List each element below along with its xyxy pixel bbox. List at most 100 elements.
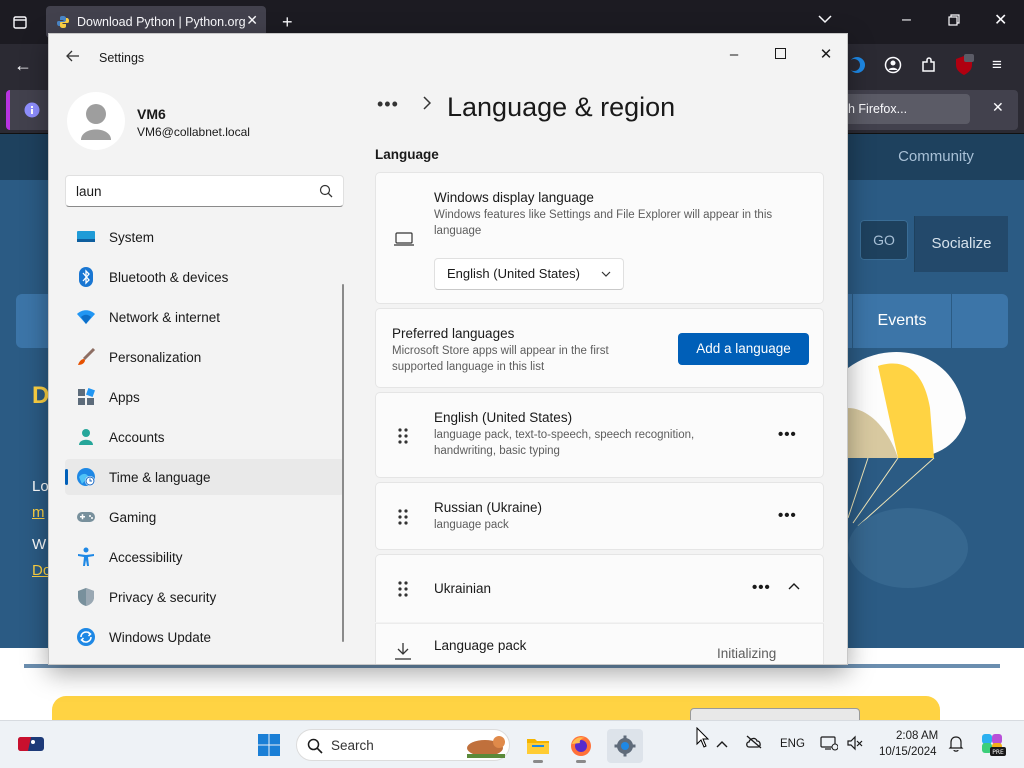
add-language-button[interactable]: Add a language: [678, 333, 809, 365]
list-all-tabs-icon[interactable]: [818, 14, 832, 26]
close-tab-icon[interactable]: ✕: [246, 12, 258, 29]
notification-bell-icon[interactable]: [948, 735, 964, 755]
taskbar-file-explorer[interactable]: [520, 729, 556, 763]
onedrive-offline-icon[interactable]: [745, 735, 763, 752]
taskbar-search[interactable]: Search: [296, 729, 510, 761]
folder-icon: [527, 739, 549, 754]
back-arrow-icon[interactable]: ←: [14, 56, 32, 74]
breadcrumb-more-button[interactable]: •••: [377, 94, 399, 115]
sidebar-item-time-language[interactable]: Time & language: [65, 459, 344, 495]
volume-muted-icon[interactable]: [846, 735, 864, 754]
sidebar-item-accessibility[interactable]: Accessibility: [65, 539, 344, 575]
taskbar-settings[interactable]: [607, 729, 643, 763]
avatar[interactable]: [67, 92, 125, 150]
sidebar-item-label: Windows Update: [109, 629, 212, 645]
extensions-icon[interactable]: [920, 56, 938, 78]
python-left-fragment-3[interactable]: m: [32, 504, 45, 521]
python-nav-community[interactable]: Community: [848, 134, 1024, 180]
language-detail: language pack: [434, 519, 509, 531]
sidebar-item-windows-update[interactable]: Windows Update: [65, 619, 344, 655]
drag-handle-icon[interactable]: [396, 427, 410, 445]
sidebar-item-bluetooth-devices[interactable]: Bluetooth & devices: [65, 259, 344, 295]
network-disconnected-icon[interactable]: [820, 735, 839, 754]
chevron-up-icon[interactable]: [788, 579, 800, 593]
language-item-russian-ukraine: Russian (Ukraine) language pack •••: [375, 482, 824, 550]
python-parachute-illustration: [848, 348, 968, 688]
notification-close-icon[interactable]: ✕: [992, 100, 1004, 114]
more-options-button[interactable]: •••: [778, 507, 797, 524]
more-options-button[interactable]: •••: [778, 426, 797, 443]
language-name: Ukrainian: [434, 581, 492, 596]
search-input[interactable]: [76, 176, 306, 206]
sidebar-item-privacy-security[interactable]: Privacy & security: [65, 579, 344, 615]
language-item-ukrainian: Ukrainian •••: [375, 554, 824, 622]
new-tab-icon[interactable]: +: [282, 13, 293, 31]
back-icon[interactable]: [63, 48, 83, 68]
preferred-languages-title: Preferred languages: [392, 326, 515, 341]
clock-date[interactable]: 10/15/2024: [879, 746, 937, 758]
minimize-icon[interactable]: –: [711, 40, 757, 70]
windows-start-icon[interactable]: [258, 734, 280, 756]
sidebar-item-accounts[interactable]: Accounts: [65, 419, 344, 455]
drag-handle-icon[interactable]: [396, 580, 410, 598]
apps-icon: [75, 386, 97, 408]
search-icon: [307, 738, 323, 754]
preferred-languages-card: Preferred languages Microsoft Store apps…: [375, 308, 824, 388]
browser-restore-icon[interactable]: [948, 14, 960, 30]
python-search-go-button[interactable]: GO: [860, 220, 908, 260]
more-options-button[interactable]: •••: [752, 579, 771, 596]
shield-icon: [75, 586, 97, 608]
time-language-icon: [75, 466, 97, 488]
firefox-icon: [571, 736, 591, 756]
sidebar-item-label: Time & language: [109, 469, 211, 485]
laptop-icon: [394, 232, 414, 246]
taskbar-firefox[interactable]: [563, 729, 599, 763]
mlb-icon[interactable]: [18, 737, 44, 751]
chevron-down-icon: [601, 259, 611, 289]
show-hidden-icons-icon[interactable]: [716, 735, 728, 751]
network-icon: [75, 306, 97, 328]
account-icon[interactable]: [884, 56, 902, 78]
language-pack-status: Initializing: [717, 646, 777, 661]
clock-time[interactable]: 2:08 AM: [896, 730, 938, 742]
language-name: English (United States): [434, 410, 573, 425]
settings-search-box[interactable]: [65, 175, 344, 207]
taskbar: Search ENG 2:08 AM 10/15/2024 PRE: [0, 720, 1024, 768]
language-pack-row: Language pack Initializing: [375, 623, 824, 664]
language-detail: language pack, text-to-speech, speech re…: [434, 429, 695, 457]
mouse-cursor-icon: [696, 727, 710, 748]
sidebar-item-network-internet[interactable]: Network & internet: [65, 299, 344, 335]
sidebar-item-gaming[interactable]: Gaming: [65, 499, 344, 535]
browser-minimize-icon[interactable]: –: [902, 12, 911, 28]
browser-close-icon[interactable]: ✕: [994, 13, 1007, 29]
sidebar-item-personalization[interactable]: Personalization: [65, 339, 344, 375]
display-language-dropdown[interactable]: English (United States): [434, 258, 624, 290]
python-socialize-link[interactable]: Socialize: [914, 216, 1008, 272]
python-nav-events[interactable]: Events: [852, 294, 952, 348]
sidebar-item-label: Network & internet: [109, 309, 221, 325]
settings-window: Settings – ✕ VM6 VM6@collabnet.local Sys…: [48, 33, 848, 665]
close-icon[interactable]: ✕: [803, 40, 847, 70]
extension-circle-icon[interactable]: [848, 56, 866, 78]
sidebar-item-system[interactable]: System: [65, 219, 344, 255]
nav-scrollbar[interactable]: [342, 284, 344, 642]
svg-text:PRE: PRE: [992, 749, 1004, 756]
sidebar-item-apps[interactable]: Apps: [65, 379, 344, 415]
ublock-icon[interactable]: [954, 54, 974, 80]
preferred-languages-description: Microsoft Store apps will appear in the …: [392, 345, 609, 373]
brush-icon: [75, 346, 97, 368]
maximize-icon[interactable]: [757, 40, 803, 70]
update-icon: [75, 626, 97, 648]
sidebar-item-label: System: [109, 229, 155, 245]
input-language-indicator[interactable]: ENG: [780, 738, 805, 750]
tab-list-icon[interactable]: [12, 14, 28, 34]
section-label-language: Language: [375, 147, 439, 162]
menu-hamburger-icon[interactable]: ≡: [992, 56, 1002, 73]
python-left-fragment-2: Lo: [32, 478, 49, 495]
drag-handle-icon[interactable]: [396, 508, 410, 526]
search-icon[interactable]: [319, 184, 333, 198]
info-icon: [24, 102, 40, 122]
sidebar-item-label: Apps: [109, 389, 140, 405]
accounts-icon: [75, 426, 97, 448]
copilot-icon[interactable]: PRE: [980, 731, 1006, 760]
